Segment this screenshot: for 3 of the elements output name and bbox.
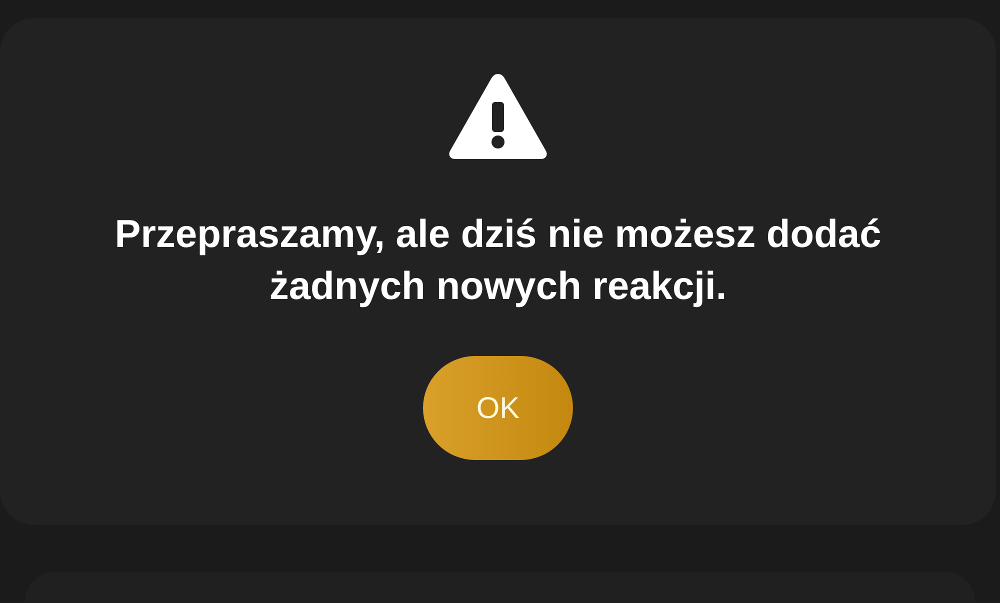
warning-icon [448, 72, 548, 160]
ok-button[interactable]: OK [423, 356, 573, 460]
alert-message: Przepraszamy, ale dziś nie możesz dodać żadnych nowych reakcji. [114, 212, 882, 310]
